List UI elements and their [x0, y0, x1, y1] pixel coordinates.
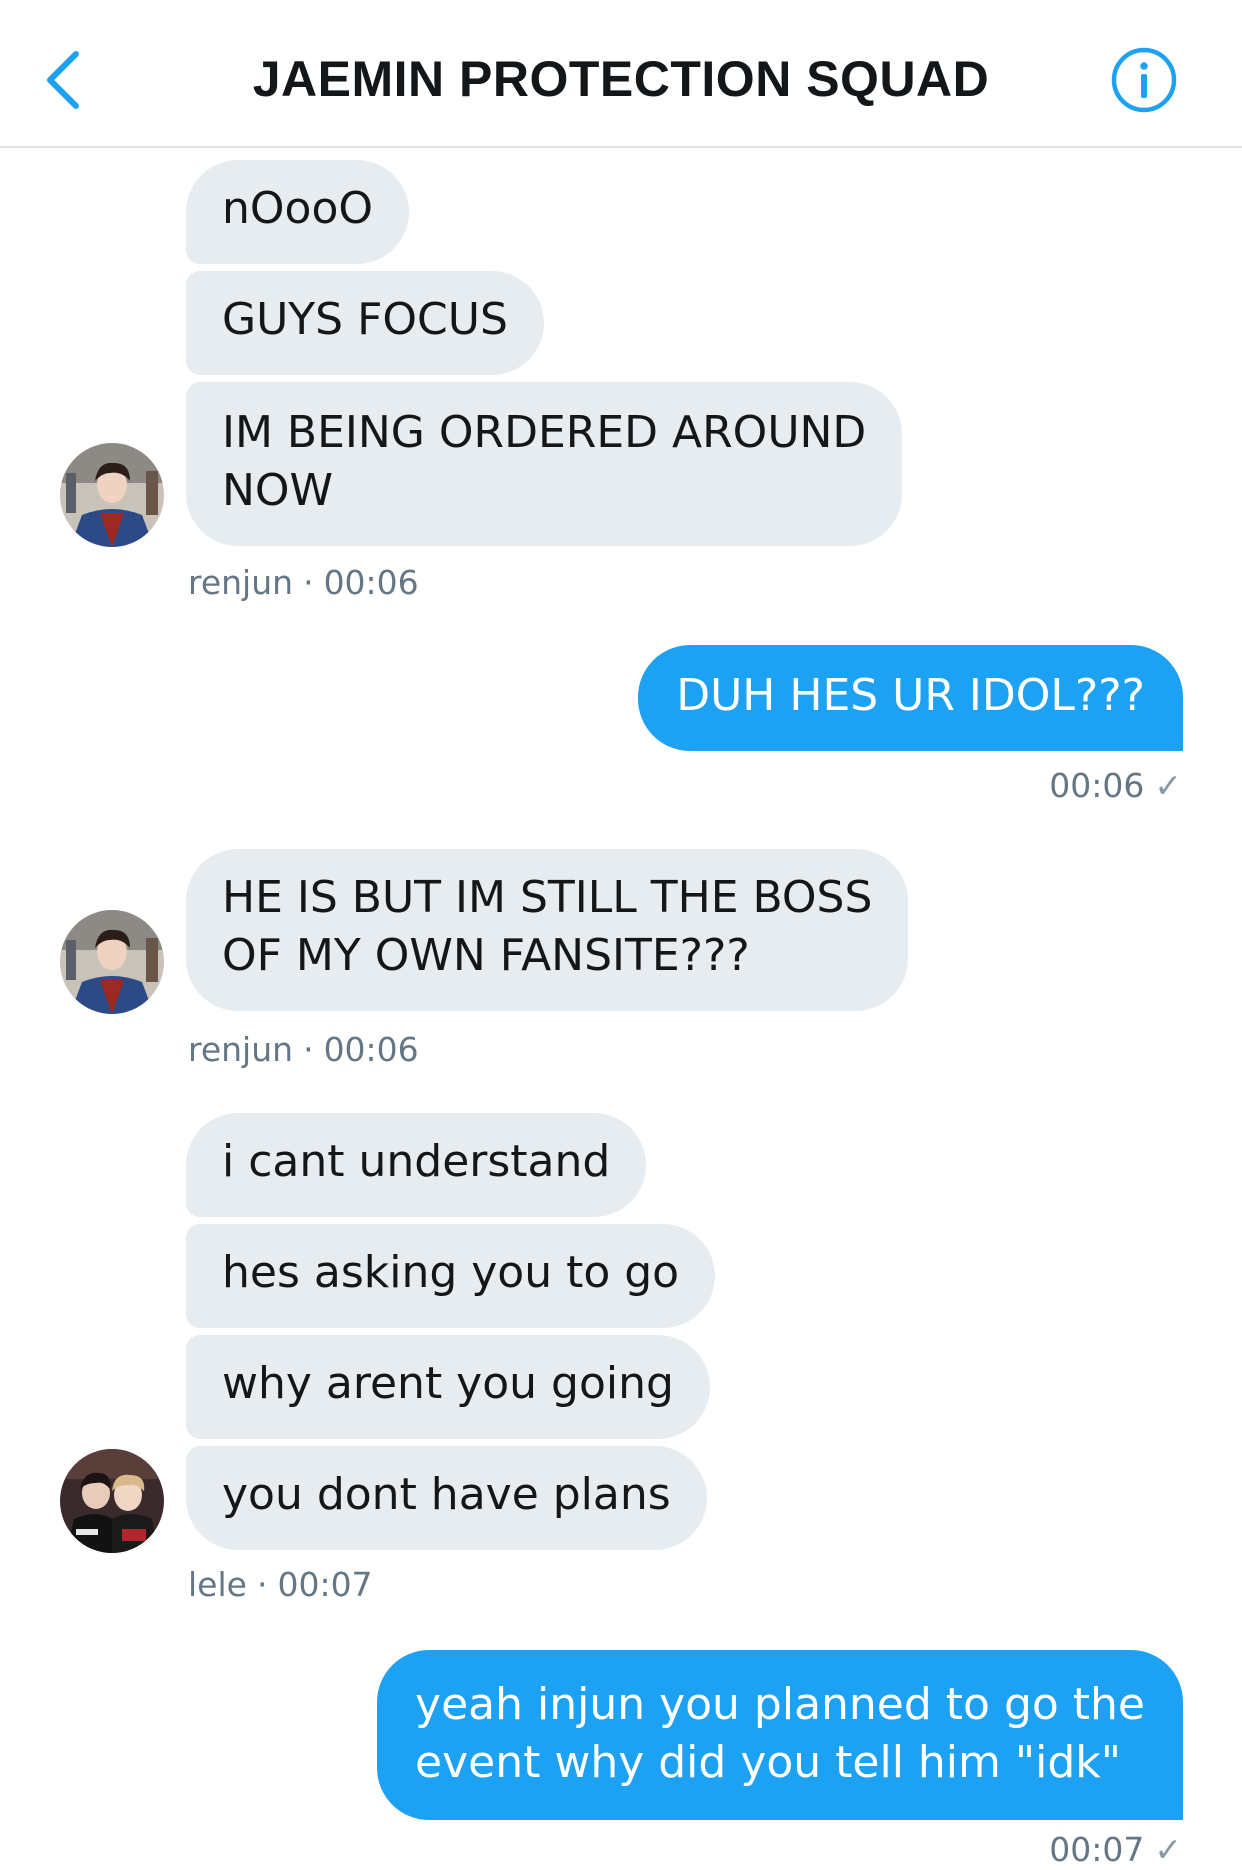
- message-bubble[interactable]: IM BEING ORDERED AROUND NOW: [186, 382, 903, 546]
- message-bubble[interactable]: hes asking you to go: [186, 1224, 716, 1328]
- avatar-lele[interactable]: [60, 1449, 164, 1553]
- message-text: IM BEING ORDERED AROUND: [222, 407, 867, 458]
- profile-photo: [60, 443, 164, 547]
- info-button[interactable]: [1110, 46, 1178, 114]
- message-text: event why did you tell him "idk": [415, 1737, 1121, 1788]
- avatar-renjun[interactable]: [60, 910, 164, 1014]
- message-meta-sent: 00:07 ✓: [1049, 1830, 1182, 1870]
- message-text: NOW: [222, 465, 334, 516]
- message-time: 00:07: [277, 1565, 373, 1604]
- message-bubble[interactable]: nOooO: [186, 160, 409, 264]
- message-meta: renjun · 00:06: [188, 1030, 419, 1070]
- message-time: 00:06: [323, 1030, 419, 1069]
- message-bubble[interactable]: why arent you going: [186, 1335, 710, 1439]
- profile-photo: [60, 1449, 164, 1553]
- message-bubble[interactable]: HE IS BUT IM STILL THE BOSS OF MY OWN FA…: [186, 849, 909, 1011]
- message-bubble-sent[interactable]: DUH HES UR IDOL???: [638, 645, 1183, 751]
- conversation-header: JAEMIN PROTECTION SQUAD: [0, 0, 1242, 148]
- message-text: DUH HES UR IDOL???: [676, 670, 1145, 721]
- message-bubble[interactable]: you dont have plans: [186, 1446, 707, 1550]
- message-meta: renjun · 00:06: [188, 563, 419, 603]
- sent-check-icon: ✓: [1154, 1830, 1182, 1869]
- meta-separator: ·: [303, 1030, 314, 1069]
- sender-name: renjun: [188, 563, 294, 602]
- message-time: 00:07: [1049, 1830, 1145, 1869]
- message-text: GUYS FOCUS: [222, 294, 508, 345]
- meta-separator: ·: [256, 1565, 268, 1604]
- meta-separator: ·: [303, 563, 314, 602]
- message-text: hes asking you to go: [222, 1247, 680, 1298]
- message-bubble[interactable]: i cant understand: [186, 1113, 647, 1217]
- message-text: why arent you going: [222, 1358, 674, 1409]
- message-text: HE IS BUT IM STILL THE BOSS: [222, 872, 873, 923]
- avatar-renjun[interactable]: [60, 443, 164, 547]
- message-text: i cant understand: [222, 1136, 611, 1187]
- profile-photo: [60, 910, 164, 1014]
- message-text: nOooO: [222, 183, 373, 234]
- sender-name: lele: [188, 1565, 247, 1604]
- sent-check-icon: ✓: [1154, 766, 1182, 805]
- message-bubble[interactable]: GUYS FOCUS: [186, 271, 544, 375]
- message-time: 00:06: [323, 563, 419, 602]
- message-text: OF MY OWN FANSITE???: [222, 930, 750, 981]
- conversation-title: JAEMIN PROTECTION SQUAD: [252, 51, 990, 107]
- info-icon: [1111, 47, 1177, 113]
- message-meta-sent: 00:06 ✓: [1049, 766, 1182, 806]
- sender-name: renjun: [188, 1030, 294, 1069]
- message-bubble-sent[interactable]: yeah injun you planned to go the event w…: [377, 1650, 1183, 1820]
- message-meta: lele · 00:07: [188, 1565, 373, 1605]
- message-time: 00:06: [1049, 766, 1145, 805]
- message-text: you dont have plans: [222, 1469, 671, 1520]
- message-text: yeah injun you planned to go the: [415, 1679, 1145, 1730]
